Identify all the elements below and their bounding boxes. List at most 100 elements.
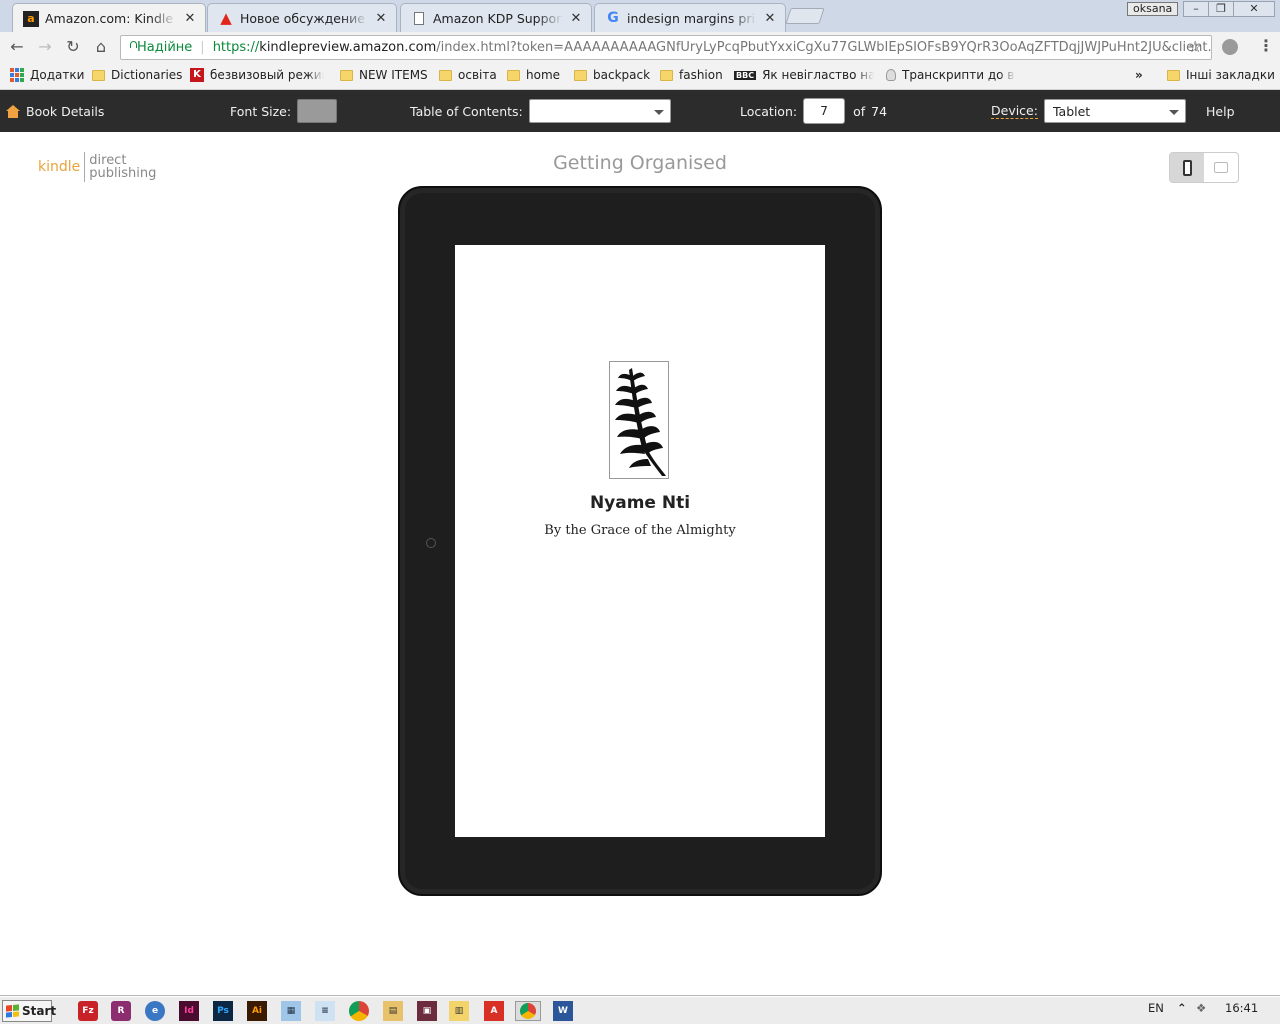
toc-control: Table of Contents: — [410, 90, 671, 132]
landscape-tablet-icon — [1214, 162, 1228, 173]
dropbox-icon[interactable]: ❖ — [1196, 1001, 1206, 1015]
photoshop-icon[interactable]: Ps — [213, 1001, 233, 1021]
toc-select[interactable] — [528, 99, 671, 123]
chrome-icon[interactable] — [349, 1001, 369, 1021]
adobe-icon: ▲ — [220, 9, 232, 27]
bookmark-label: Транскрипти до віде — [902, 68, 1016, 82]
chrome-active-icon[interactable] — [515, 1001, 541, 1021]
menu-icon[interactable]: ⋮ — [1258, 36, 1274, 55]
folder-icon — [439, 69, 452, 81]
location-control: Location: 7 of 74 — [740, 90, 887, 132]
book-details-label: Book Details — [26, 103, 105, 119]
bookmark-star-icon[interactable]: ☆ — [1188, 37, 1202, 56]
forward-icon[interactable]: → — [34, 37, 56, 57]
filezilla-icon[interactable]: Fz — [78, 1001, 98, 1021]
portrait-view-button[interactable] — [1170, 153, 1204, 182]
notepad-icon[interactable]: ≡ — [315, 1001, 335, 1021]
winrar-icon[interactable]: R — [111, 1001, 131, 1021]
font-size-control: Font Size: — [230, 90, 338, 132]
illustrator-icon[interactable]: Ai — [247, 1001, 267, 1021]
bookmark-osvita[interactable]: освіта — [439, 68, 497, 82]
font-size-label: Font Size: — [230, 103, 292, 119]
bookmark-new-items[interactable]: NEW ITEMS — [340, 68, 428, 82]
bookmarks-overflow-button[interactable]: » — [1135, 68, 1143, 82]
camera-icon — [426, 538, 436, 548]
browser-icon[interactable]: e — [145, 1001, 165, 1021]
reload-icon[interactable]: ↻ — [62, 37, 84, 57]
tab-google-search[interactable]: G indesign margins printin ✕ — [594, 3, 786, 32]
bookmark-label: Dictionaries — [111, 68, 183, 82]
profile-badge[interactable]: oksana — [1127, 2, 1179, 16]
window-close-button[interactable]: ✕ — [1233, 1, 1275, 17]
restore-button[interactable]: ❐ — [1208, 1, 1234, 17]
book-title: Nyame Nti — [589, 493, 691, 513]
address-separator: | — [200, 40, 205, 55]
bookmark-label: NEW ITEMS — [359, 68, 428, 82]
start-label: Start — [22, 1004, 57, 1018]
book-details-button[interactable]: Book Details — [6, 90, 104, 132]
word-icon[interactable]: W — [553, 1001, 573, 1021]
tab-amazon-kindle[interactable]: a Amazon.com: Kindle Dire ✕ — [12, 3, 206, 33]
indesign-icon[interactable]: Id — [179, 1001, 199, 1021]
os-taskbar: Start Fz R e Id Ps Ai ▦ ≡ ▤ ▣ ▥ A W EN ⌃… — [0, 996, 1280, 1024]
new-tab-button[interactable] — [785, 8, 825, 24]
folder-icon — [660, 69, 673, 81]
page-icon — [411, 10, 427, 26]
secure-label: Надійне — [137, 40, 193, 55]
calculator-icon[interactable]: ▦ — [281, 1001, 301, 1021]
bookmark-bbc[interactable]: BBC Як невігластво навм — [734, 68, 874, 82]
browser-toolbar: ← → ↻ ⌂ Надійне | https:// kindlepreview… — [0, 32, 1280, 62]
folder-icon — [574, 69, 587, 81]
pdf-icon[interactable]: A — [484, 1001, 504, 1021]
close-icon[interactable]: ✕ — [569, 11, 583, 26]
bookmark-home[interactable]: home — [507, 68, 560, 82]
fern-icon — [615, 368, 666, 476]
clock[interactable]: 16:41 — [1225, 1001, 1258, 1015]
close-icon[interactable]: ✕ — [374, 11, 388, 26]
close-icon[interactable]: ✕ — [763, 11, 777, 26]
portrait-tablet-icon — [1182, 159, 1192, 176]
bookmark-other[interactable]: Інші закладки — [1167, 68, 1275, 82]
bookmark-apps[interactable]: Додатки — [10, 68, 84, 82]
url-host: kindlepreview.amazon.com — [259, 40, 437, 55]
extension-icon[interactable] — [1222, 39, 1238, 55]
device-select[interactable]: Tablet — [1043, 99, 1186, 123]
minimize-button[interactable]: – — [1183, 1, 1209, 17]
device-control: Device: Tablet — [991, 90, 1186, 132]
bookmark-label: Як невігластво навм — [762, 68, 874, 82]
url-path: /index.html?token=AAAAAAAAAAGNfUryLyPcqP… — [436, 40, 1212, 55]
tray-expand-icon[interactable]: ⌃ — [1177, 1001, 1187, 1015]
folder-icon — [340, 69, 353, 81]
bookmark-backpack[interactable]: backpack — [574, 68, 650, 82]
location-input[interactable]: 7 — [803, 98, 846, 124]
chrome-logo-icon — [520, 1003, 536, 1019]
bookmark-dictionaries[interactable]: Dictionaries — [92, 68, 182, 82]
back-icon[interactable]: ← — [6, 37, 28, 57]
bookmark-label: fashion — [679, 68, 723, 82]
folder-icon — [1167, 69, 1180, 81]
tab-adobe-forum[interactable]: ▲ Новое обсуждение | Ad ✕ — [207, 3, 397, 32]
close-icon[interactable]: ✕ — [183, 11, 197, 26]
bookmark-label: освіта — [458, 68, 497, 82]
help-link[interactable]: Help — [1206, 90, 1235, 132]
location-of-label: of — [853, 103, 866, 119]
landscape-view-button[interactable] — [1204, 153, 1238, 182]
bookmark-transcripts[interactable]: Транскрипти до віде — [886, 68, 1022, 82]
bookmark-bezvizovyi[interactable]: K безвизовый режим. — [190, 68, 330, 82]
tab-title: Новое обсуждение | Ad — [240, 10, 368, 26]
home-icon[interactable]: ⌂ — [90, 37, 112, 57]
tab-kdp-support[interactable]: Amazon KDP Support: Ki ✕ — [400, 3, 592, 32]
book-page-screen[interactable]: Nyame Nti By the Grace of the Almighty — [455, 245, 825, 837]
bookmark-fashion[interactable]: fashion — [660, 68, 723, 82]
files-icon[interactable]: ▥ — [449, 1001, 469, 1021]
address-bar[interactable]: Надійне | https:// kindlepreview.amazon.… — [120, 35, 1212, 60]
folder-icon — [507, 69, 520, 81]
home-icon — [6, 104, 20, 118]
windows-logo-icon — [6, 1004, 19, 1018]
folder-icon — [92, 69, 105, 81]
font-size-button[interactable] — [297, 99, 338, 123]
explorer-icon[interactable]: ▤ — [383, 1001, 403, 1021]
language-indicator[interactable]: EN — [1148, 1001, 1164, 1015]
media-icon[interactable]: ▣ — [417, 1001, 437, 1021]
start-button[interactable]: Start — [2, 1000, 56, 1022]
